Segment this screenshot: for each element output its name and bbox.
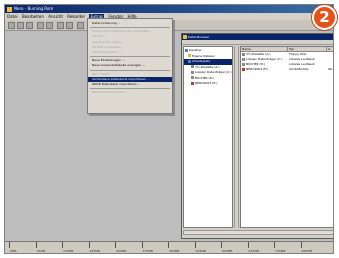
ruler-tick-label: 825MB	[301, 249, 312, 253]
file-list: Name Typ G 3½-Diskette (A:) Floppy Disk Lo…	[240, 46, 333, 228]
tree-node-label: BÜCHER (D:)	[195, 75, 215, 80]
tree-node-label: Lokaler Datenträger (C:)	[195, 70, 232, 74]
ruler-tick-line	[35, 242, 37, 248]
tree-node-label: Arbeitsplatz	[192, 59, 210, 63]
desktop-icon	[185, 48, 188, 52]
ruler-tick-label: 750MB	[275, 249, 286, 253]
horizontal-scrollbar[interactable]	[183, 230, 333, 235]
ruler-tick-label: 0MB	[10, 249, 17, 253]
ruler-tick-line	[88, 242, 90, 248]
row-name-cell: NERO2003 (E:)	[241, 67, 288, 72]
drive-icon	[191, 76, 194, 79]
column-type[interactable]: Typ	[288, 47, 328, 51]
ruler-tick-label: 525MB	[195, 249, 206, 253]
capacity-ruler: 0MB 75MB 150MB 225MB 300MB 375MB 450MB 525MB 600…	[5, 241, 333, 253]
ruler-tick-label: 450MB	[169, 249, 180, 253]
file-browser-title: Datei-Browser	[188, 35, 210, 39]
copy-cd-icon[interactable]	[66, 22, 73, 29]
ruler-tick-line	[300, 242, 302, 248]
ruler-tick-line	[62, 242, 63, 248]
computer-icon	[188, 59, 191, 63]
ruler-tick-line	[247, 242, 249, 248]
drive-icon	[242, 57, 245, 61]
cd-info-icon[interactable]	[37, 22, 44, 29]
ruler-tick-label: 600MB	[222, 249, 233, 253]
file-list-row[interactable]: NERO2003 (E:) CD-ROM-Disc 66	[241, 67, 333, 72]
drive-icon	[242, 62, 245, 66]
ruler-tick-label: 75MB	[36, 249, 45, 253]
menu-datei[interactable]: Datei	[7, 14, 18, 19]
window-titlebar[interactable]: Nero - Burning Rom	[5, 5, 333, 13]
menu-separator	[90, 56, 170, 58]
file-browser-icon[interactable]	[77, 22, 84, 29]
row-name: Lokaler Datenträger (C:)	[246, 57, 283, 61]
nero-window: Nero - Burning Rom Datei Bearbeiten Ansi…	[4, 4, 334, 254]
tree-node[interactable]: NERO2003 (E:)	[184, 81, 232, 87]
ruler-tick-line	[115, 242, 116, 248]
menu-separator	[90, 88, 170, 90]
file-browser-titlebar[interactable]: Datei-Browser	[182, 34, 333, 40]
extras-menu-item[interactable]: WAVE-Datenbank importieren ...	[88, 82, 172, 87]
drive-icon	[242, 52, 245, 56]
ruler-tick-label: 150MB	[63, 249, 74, 253]
tree-node-label: Desktop	[189, 48, 202, 52]
file-browser-menubar	[182, 40, 333, 45]
folder-tree: Desktop Eigene Dateien Arbeitsplatz 3½-Disk…	[183, 46, 233, 228]
tree-node-label: NERO2003 (E:)	[195, 81, 218, 85]
column-name[interactable]: Name	[241, 47, 288, 51]
row-name: 3½-Diskette (A:)	[246, 52, 271, 56]
eject-icon[interactable]	[46, 22, 53, 29]
pane-splitter[interactable]	[234, 46, 239, 228]
menu-separator	[90, 69, 170, 71]
row-name: BÜCHER (D:)	[246, 62, 266, 66]
ruler-tick-line	[274, 242, 275, 248]
drive-icon	[191, 65, 194, 68]
tree-node-label: 3½-Diskette (A:)	[195, 64, 220, 69]
ruler-tick-line	[168, 242, 169, 248]
ruler-tick-label: 225MB	[89, 249, 100, 253]
menu-rekorder[interactable]: Rekorder	[67, 14, 85, 19]
row-name: NERO2003 (E:)	[246, 67, 269, 71]
burn-icon[interactable]	[57, 22, 64, 29]
row-size: 66	[328, 67, 333, 71]
ruler-tick-line	[221, 242, 222, 248]
tree-node-label: Eigene Dateien	[192, 53, 215, 58]
window-title: Nero - Burning Rom	[14, 6, 54, 11]
menu-bearbeiten[interactable]: Bearbeiten	[22, 14, 44, 19]
ruler-tick-label: 675MB	[248, 249, 259, 253]
ruler-tick-line	[194, 242, 196, 248]
ruler-tick-line	[141, 242, 143, 248]
ruler-tick-label: 300MB	[116, 249, 127, 253]
row-type: CD-ROM-Disc	[289, 67, 309, 71]
extras-menu-item[interactable]: Neue Anwendertabelle erzeugen ...	[88, 63, 172, 68]
menu-separator	[90, 27, 170, 29]
new-compilation-icon[interactable]	[8, 22, 15, 29]
cdrom-icon	[242, 67, 245, 71]
ruler-tick-label: 375MB	[142, 249, 153, 253]
ruler-tick-line	[9, 242, 10, 248]
nero-app-icon	[7, 6, 12, 12]
menu-ansicht[interactable]: Ansicht	[48, 14, 63, 19]
save-file-icon[interactable]	[26, 22, 33, 29]
extras-menu-item: Laufwerke testen ...	[92, 50, 122, 55]
folder-icon	[188, 54, 191, 57]
column-size[interactable]: G	[327, 47, 333, 51]
extras-menu-item[interactable]: Datei-Codierung ...	[88, 21, 172, 26]
extras-dropdown-menu: Datei-Codierung ... Image-CD in Datenform…	[87, 18, 173, 114]
step-number-badge: 2	[312, 5, 337, 30]
drive-icon	[191, 70, 194, 74]
extras-menu-item: Nero BackItUp starten ...	[92, 90, 129, 95]
cdrom-icon	[191, 81, 194, 85]
file-browser-window: Datei-Browser Desktop Eigene Dateien Arbei…	[181, 33, 333, 239]
file-browser-icon	[183, 35, 187, 39]
open-file-icon[interactable]	[17, 22, 24, 29]
